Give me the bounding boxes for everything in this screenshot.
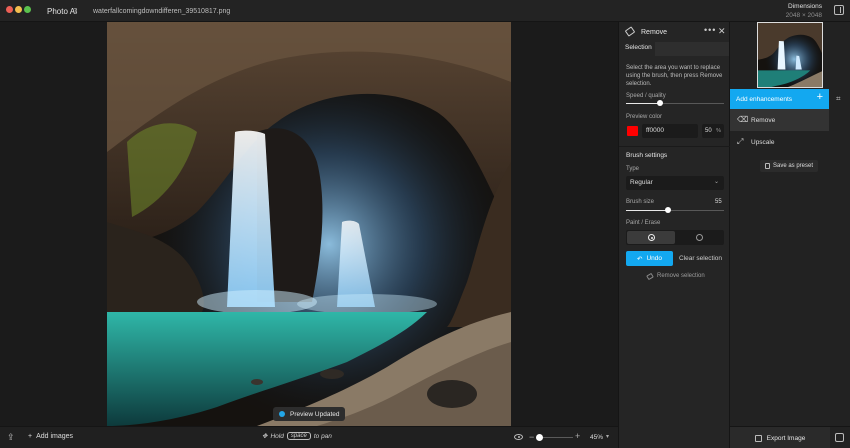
percent-unit: % bbox=[716, 128, 721, 134]
speed-quality-label: Speed / quality bbox=[626, 93, 666, 99]
panel-title: Remove bbox=[641, 29, 668, 36]
zoom-value[interactable]: 45% bbox=[590, 434, 603, 441]
upscale-arrows-icon: ⤢ bbox=[737, 137, 744, 146]
brush-size-knob[interactable] bbox=[665, 207, 671, 213]
zoom-out-icon[interactable]: − bbox=[529, 432, 534, 442]
erase-mode-icon[interactable] bbox=[696, 234, 703, 241]
remove-selection-button[interactable]: Remove selection bbox=[646, 272, 705, 280]
eraser-icon: ⌫ bbox=[737, 115, 749, 124]
undo-icon: ↶ bbox=[637, 255, 643, 263]
pan-hint-to-pan: to pan bbox=[313, 432, 332, 440]
export-icon bbox=[754, 434, 762, 442]
tab-bar: Selection bbox=[619, 42, 731, 56]
chevron-down-icon[interactable]: ▾ bbox=[606, 433, 609, 440]
speed-quality-knob[interactable] bbox=[657, 100, 663, 106]
export-bar: Export Image bbox=[730, 426, 850, 448]
tab-empty[interactable] bbox=[655, 42, 729, 56]
save-as-preset-label: Save as preset bbox=[772, 163, 814, 169]
enhancement-label: Upscale bbox=[751, 138, 775, 146]
maximize-window-button[interactable] bbox=[24, 6, 31, 13]
clear-selection-label: Clear selection bbox=[679, 255, 722, 262]
remove-panel: Remove ••• ✕ Selection Select the area y… bbox=[618, 22, 731, 448]
chevron-down-icon: ⌄ bbox=[713, 179, 719, 185]
enhancement-item-remove[interactable]: ⌫ Remove bbox=[730, 109, 829, 131]
divider bbox=[619, 146, 731, 147]
remove-selection-label: Remove selection bbox=[657, 273, 705, 279]
thumbnail-image bbox=[758, 23, 822, 87]
add-enhancements-label: Add enhancements bbox=[736, 95, 793, 103]
eraser-icon bbox=[624, 26, 636, 37]
enhancement-item-upscale[interactable]: ⤢ Upscale bbox=[730, 131, 829, 153]
close-window-button[interactable] bbox=[6, 6, 13, 13]
undo-label: Undo bbox=[646, 255, 662, 262]
color-swatch[interactable] bbox=[627, 126, 638, 136]
enhancements-sidebar: Add enhancements + ⌗ ⌫ Remove ⤢ Upscale … bbox=[730, 22, 850, 448]
brush-settings-title: Brush settings bbox=[626, 152, 668, 159]
pan-hint: ✥ Hold space to pan bbox=[262, 432, 332, 440]
plus-icon: + bbox=[28, 433, 33, 440]
add-images-label: Add images bbox=[36, 433, 74, 440]
brush-size-fill bbox=[626, 210, 668, 211]
panel-toggle-icon[interactable] bbox=[834, 5, 844, 15]
paint-erase-toggle[interactable] bbox=[626, 230, 724, 245]
close-icon[interactable]: ✕ bbox=[718, 26, 726, 37]
move-icon: ✥ bbox=[262, 433, 268, 440]
preview-color-label: Preview color bbox=[626, 114, 663, 120]
eraser-icon bbox=[646, 272, 654, 280]
file-name: waterfallcomingdowndifferen_39510817.png bbox=[93, 8, 231, 15]
space-key: space bbox=[286, 432, 311, 440]
add-images-button[interactable]: + Add images bbox=[28, 433, 73, 440]
save-as-preset-button[interactable]: Save as preset bbox=[760, 160, 818, 172]
upload-icon[interactable]: ⇪ bbox=[7, 432, 15, 442]
paint-mode-button[interactable] bbox=[627, 231, 675, 244]
opacity-value: 50 bbox=[705, 128, 712, 134]
brush-size-label: Brush size bbox=[626, 199, 655, 205]
speed-quality-fill bbox=[626, 103, 660, 104]
toast-text: Preview Updated bbox=[290, 410, 340, 418]
type-label: Type bbox=[626, 166, 640, 172]
hex-color-input[interactable]: ff0000 bbox=[642, 124, 698, 138]
dimensions-value: 2048 × 2048 bbox=[785, 12, 822, 19]
more-options-icon[interactable]: ••• bbox=[704, 25, 716, 35]
paint-erase-label: Paint / Erase bbox=[626, 220, 661, 226]
brush-type-value: Regular bbox=[630, 179, 653, 186]
crop-icon[interactable]: ⌗ bbox=[836, 94, 841, 104]
photo-preview[interactable] bbox=[107, 22, 511, 426]
status-dot-icon bbox=[279, 411, 285, 417]
image-thumbnail[interactable] bbox=[757, 22, 823, 88]
clear-selection-button[interactable]: Clear selection bbox=[677, 251, 724, 266]
app-version: 3 bbox=[73, 7, 78, 16]
plus-icon: + bbox=[816, 91, 823, 103]
remove-panel-header: Remove ••• ✕ bbox=[619, 22, 731, 42]
brush-type-select[interactable]: Regular ⌄ bbox=[626, 176, 724, 190]
enhancement-label: Remove bbox=[751, 116, 776, 124]
waterfall-cave-image bbox=[107, 22, 511, 426]
undo-button[interactable]: ↶ Undo bbox=[626, 251, 673, 266]
export-image-button[interactable]: Export Image bbox=[730, 427, 830, 448]
minimize-window-button[interactable] bbox=[15, 6, 22, 13]
export-options-icon[interactable] bbox=[835, 433, 844, 442]
canvas-area[interactable]: Preview Updated bbox=[0, 22, 618, 426]
instructions-text: Select the area you want to replace usin… bbox=[626, 65, 723, 87]
brush-size-value: 55 bbox=[715, 199, 722, 205]
bottom-bar: ⇪ + Add images ✥ Hold space to pan − + 4… bbox=[0, 426, 618, 448]
title-bar: Photo AI 3 waterfallcomingdowndifferen_3… bbox=[0, 0, 850, 22]
preview-updated-toast: Preview Updated bbox=[273, 407, 345, 421]
zoom-in-icon[interactable]: + bbox=[575, 431, 580, 441]
zoom-slider-knob[interactable] bbox=[536, 434, 543, 441]
opacity-input[interactable]: 50 % bbox=[702, 124, 724, 138]
eye-icon[interactable] bbox=[514, 434, 523, 440]
tab-selection[interactable]: Selection bbox=[625, 44, 652, 51]
save-icon bbox=[764, 163, 770, 169]
dimensions-label: Dimensions bbox=[788, 3, 822, 10]
add-enhancements-button[interactable]: Add enhancements + bbox=[730, 89, 829, 109]
export-image-label: Export Image bbox=[766, 434, 806, 442]
paint-brush-icon bbox=[648, 234, 655, 241]
pan-hint-hold: Hold bbox=[270, 432, 284, 440]
